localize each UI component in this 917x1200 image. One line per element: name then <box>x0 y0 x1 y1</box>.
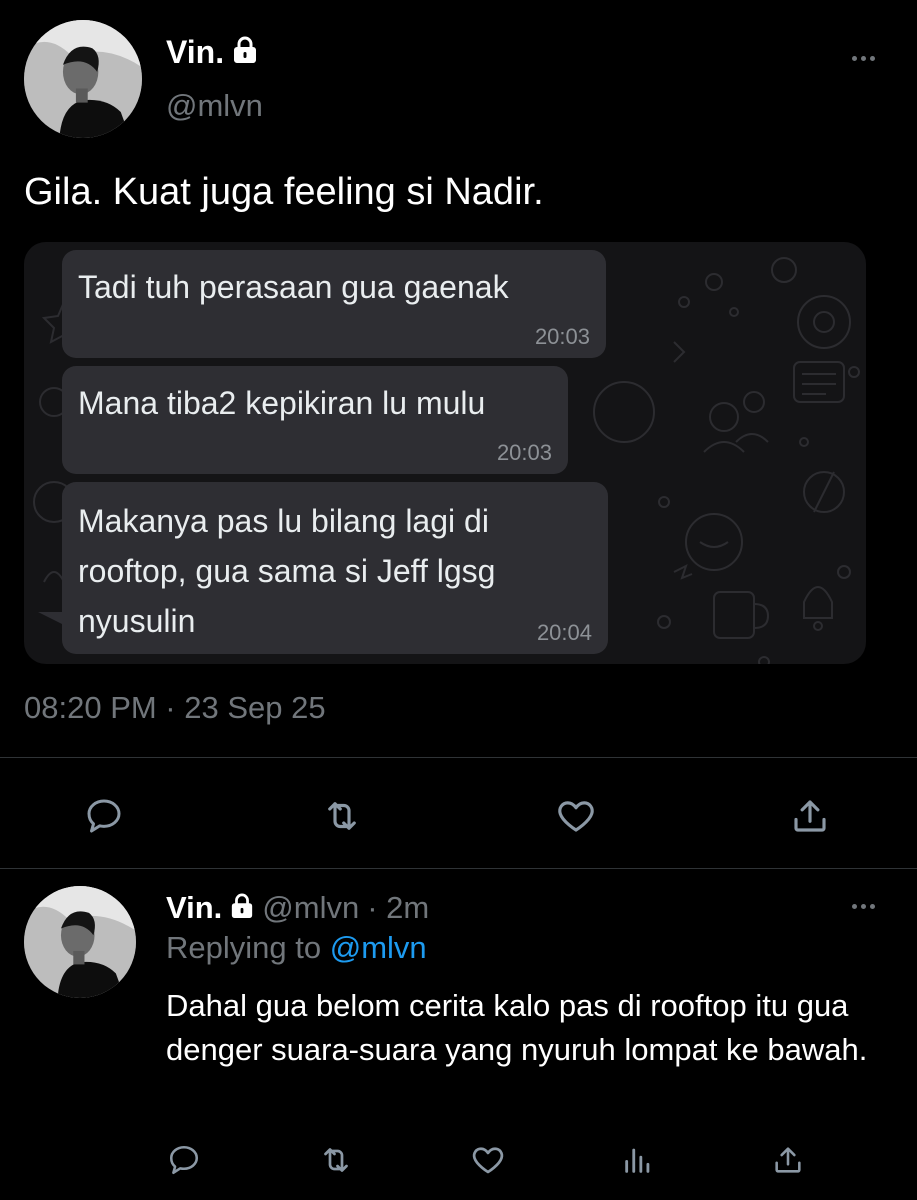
replying-to: Replying to @mlvn <box>166 930 427 966</box>
lock-icon <box>230 893 254 924</box>
retweet-icon <box>328 802 356 830</box>
like-icon <box>472 1147 504 1174</box>
reply-icon <box>169 1145 199 1175</box>
author-name-row: Vin. <box>166 34 258 71</box>
tweet-text: Gila. Kuat juga feeling si Nadir. <box>24 171 544 213</box>
more-options-icon[interactable] <box>852 904 875 909</box>
chat-screenshot[interactable]: Tadi tuh perasaan gua gaenak 20:03 Mana … <box>24 242 866 664</box>
chat-bubble[interactable]: Tadi tuh perasaan gua gaenak 20:03 <box>62 250 606 358</box>
views-button[interactable] <box>618 1140 658 1180</box>
author-avatar[interactable] <box>24 20 142 138</box>
divider <box>0 868 917 869</box>
divider <box>0 757 917 758</box>
author-handle[interactable]: @mlvn <box>166 88 263 124</box>
chat-message-time: 20:04 <box>536 620 592 645</box>
share-button[interactable] <box>786 792 834 840</box>
reply-text: Dahal gua belom cerita kalo pas di rooft… <box>166 988 868 1067</box>
replying-to-label: Replying to <box>166 930 322 965</box>
tweet-timestamp[interactable]: 08:20 PM · 23 Sep 25 <box>24 690 326 726</box>
display-name[interactable]: Vin. <box>166 890 222 926</box>
more-options-icon[interactable] <box>852 56 875 61</box>
like-button[interactable] <box>468 1140 508 1180</box>
replying-to-handle-link[interactable]: @mlvn <box>330 930 427 965</box>
person-photo-icon <box>24 886 136 998</box>
retweet-icon <box>324 1148 348 1172</box>
reply-author-avatar[interactable] <box>24 886 136 998</box>
reply-author-row: Vin. @mlvn · 2m <box>166 890 429 926</box>
chat-message-text: Mana tiba2 kepikiran lu mulu <box>78 385 486 421</box>
retweet-button[interactable] <box>316 1140 356 1180</box>
reply-button[interactable] <box>164 1140 204 1180</box>
like-button[interactable] <box>552 792 600 840</box>
reply-age[interactable]: · 2m <box>367 890 429 926</box>
person-photo-icon <box>24 20 142 138</box>
views-icon <box>625 1148 650 1173</box>
share-icon <box>775 1147 801 1173</box>
share-icon <box>794 800 826 832</box>
chat-message-time: 20:03 <box>496 440 552 465</box>
lock-icon <box>232 36 258 69</box>
like-icon <box>558 801 594 832</box>
chat-message-time: 20:03 <box>534 324 590 349</box>
chat-message-text: Makanya pas lu bilang lagi di rooftop, g… <box>78 503 496 639</box>
retweet-button[interactable] <box>318 792 366 840</box>
reply-icon <box>87 799 121 833</box>
chat-bubble[interactable]: Makanya pas lu bilang lagi di rooftop, g… <box>62 482 608 654</box>
chat-message-text: Tadi tuh perasaan gua gaenak <box>78 269 509 305</box>
reply-handle[interactable]: @mlvn <box>262 890 359 926</box>
share-button[interactable] <box>768 1140 808 1180</box>
display-name[interactable]: Vin. <box>166 34 224 71</box>
reply-button[interactable] <box>80 792 128 840</box>
chat-bubble[interactable]: Mana tiba2 kepikiran lu mulu 20:03 <box>62 366 568 474</box>
